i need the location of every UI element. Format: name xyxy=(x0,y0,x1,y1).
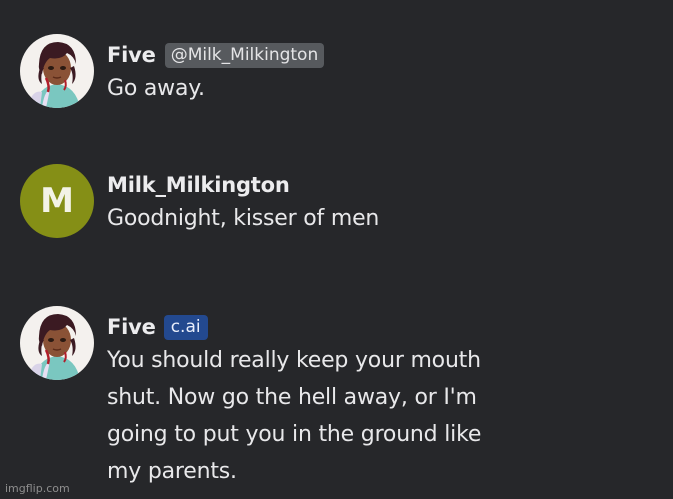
message-text: You should really keep your mouth shut. … xyxy=(107,342,660,490)
message-content: Milk_Milkington Goodnight, kisser of men xyxy=(107,164,660,237)
character-portrait-icon xyxy=(20,306,94,380)
character-portrait-icon xyxy=(20,34,94,108)
message-content: Five c.ai You should really keep your mo… xyxy=(107,306,660,490)
cai-badge: c.ai xyxy=(163,314,208,340)
message-text: Go away. xyxy=(107,76,205,101)
user-avatar[interactable]: M xyxy=(20,164,94,238)
avatar-letter: M xyxy=(40,181,74,221)
message-content: Five @Milk_Milkington Go away. xyxy=(107,34,660,107)
author-name: Milk_Milkington xyxy=(107,173,290,197)
character-avatar[interactable] xyxy=(20,306,94,380)
author-name: Five xyxy=(107,315,156,339)
message-text-line: going to put you in the ground like xyxy=(107,422,482,447)
message-text-line: shut. Now go the hell away, or I'm xyxy=(107,385,477,410)
watermark: imgflip.com xyxy=(5,482,70,495)
creator-handle-badge[interactable]: @Milk_Milkington xyxy=(164,42,325,68)
message-header: Milk_Milkington xyxy=(107,170,660,200)
message-text: Goodnight, kisser of men xyxy=(107,206,380,231)
message-header: Five @Milk_Milkington xyxy=(107,40,660,70)
message-text-line: my parents. xyxy=(107,459,237,484)
chat-message: M Milk_Milkington Goodnight, kisser of m… xyxy=(20,164,660,238)
author-name: Five xyxy=(107,43,156,67)
chat-message: Five c.ai You should really keep your mo… xyxy=(20,306,660,490)
message-text-line: You should really keep your mouth xyxy=(107,348,481,373)
message-header: Five c.ai xyxy=(107,312,660,342)
character-avatar[interactable] xyxy=(20,34,94,108)
chat-message: Five @Milk_Milkington Go away. xyxy=(20,34,660,108)
